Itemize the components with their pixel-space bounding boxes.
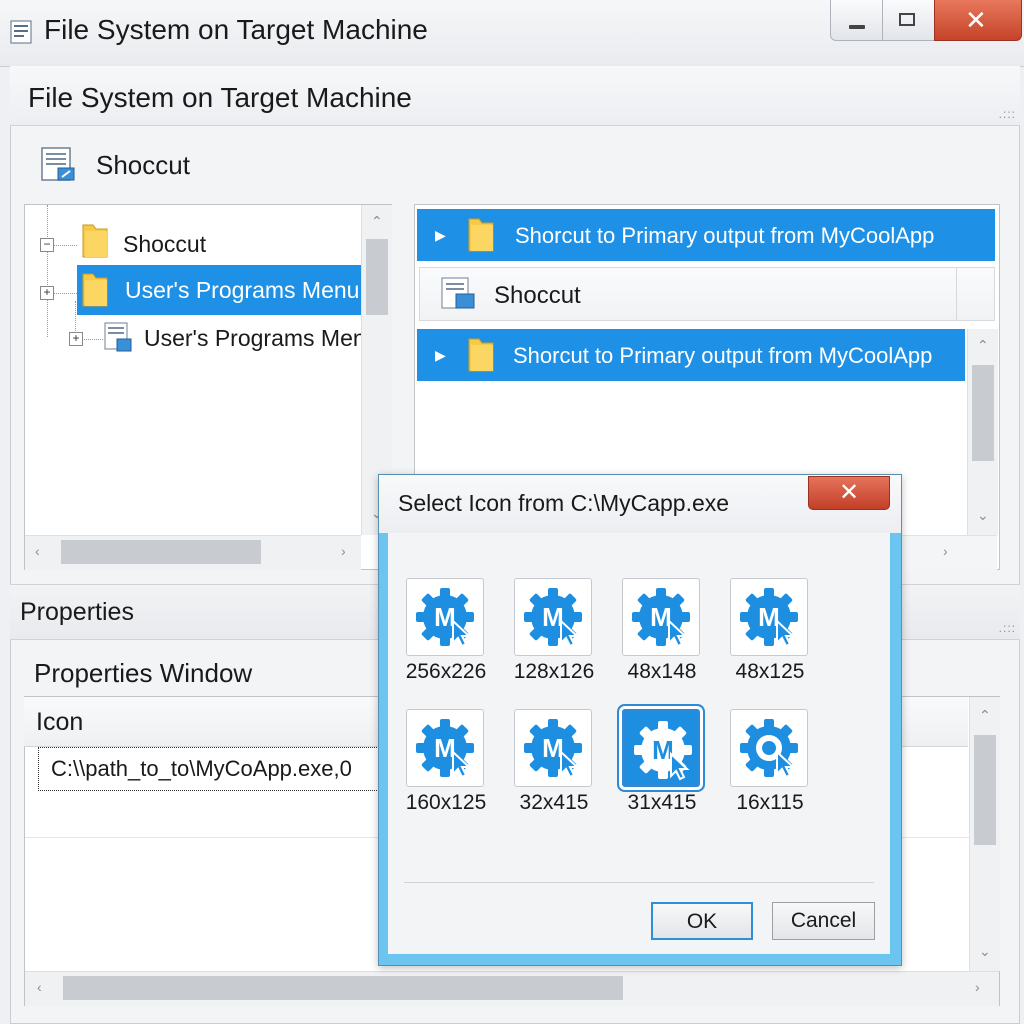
tree-view[interactable]: − Shoccut + User's Programs Menu + User'… xyxy=(24,204,392,570)
expand-toggle-icon[interactable]: + xyxy=(40,286,54,300)
dialog-close-button[interactable]: ✕ xyxy=(808,476,890,510)
scroll-thumb[interactable] xyxy=(366,239,388,315)
app-gear-icon: M xyxy=(634,721,692,781)
folder-icon xyxy=(468,218,494,252)
icon-size-label: 160x125 xyxy=(405,791,487,814)
properties-window-label: Properties Window xyxy=(34,658,253,688)
expand-arrow-icon[interactable]: ▶ xyxy=(435,227,446,244)
icon-size-label: 31x415 xyxy=(627,791,697,814)
folder-icon xyxy=(82,273,108,307)
tree-item-label[interactable]: User's Programs Menu xyxy=(144,325,364,352)
app-gear-icon xyxy=(740,719,798,779)
scroll-right-icon[interactable]: › xyxy=(975,979,980,995)
folder-icon xyxy=(468,338,494,372)
icon-property-label: Icon xyxy=(36,708,84,736)
tree-item-selected[interactable]: User's Programs Menu xyxy=(77,265,361,315)
list-item-selected[interactable]: ▶ Shorcut to Primary output from MyCoolA… xyxy=(417,329,965,381)
scroll-up-icon[interactable]: ⌃ xyxy=(979,707,991,724)
list-item-label: Shorcut to Primary output from MyCoolApp xyxy=(515,223,935,248)
close-icon: ✕ xyxy=(965,5,987,35)
scroll-up-icon[interactable]: ⌃ xyxy=(371,213,383,230)
scroll-down-icon[interactable]: ⌄ xyxy=(977,507,989,524)
app-gear-icon: M xyxy=(524,588,582,648)
app-gear-icon: M xyxy=(740,588,798,648)
tree-horizontal-scrollbar[interactable]: ‹ › xyxy=(25,535,361,570)
dialog-separator xyxy=(404,882,874,883)
minimize-button[interactable] xyxy=(830,0,884,41)
close-icon: ✕ xyxy=(838,479,860,506)
icon-size-label: 48x125 xyxy=(735,660,805,683)
icon-tile[interactable]: M xyxy=(622,709,700,787)
window-title: File System on Target Machine xyxy=(44,14,428,45)
tree-connector xyxy=(81,339,103,340)
shortcut-file-icon xyxy=(41,147,75,181)
resize-grip-icon[interactable]: .::: xyxy=(999,621,1016,635)
resize-grip-icon[interactable]: .::: xyxy=(999,107,1016,121)
collapse-toggle-icon[interactable]: − xyxy=(40,238,54,252)
list-vertical-scrollbar[interactable]: ⌃ ⌄ xyxy=(967,329,998,535)
icon-tile[interactable]: M xyxy=(622,578,700,656)
shortcut-file-icon xyxy=(441,277,475,309)
properties-title: Properties xyxy=(20,598,134,626)
app-gear-icon: M xyxy=(416,588,474,648)
scroll-left-icon[interactable]: ‹ xyxy=(35,543,40,559)
icon-tile[interactable]: M xyxy=(514,709,592,787)
scroll-right-icon[interactable]: › xyxy=(341,543,346,559)
scroll-thumb[interactable] xyxy=(972,365,994,461)
ok-button[interactable]: OK xyxy=(651,902,753,940)
maximize-icon xyxy=(899,13,915,26)
column-divider xyxy=(956,268,957,320)
scroll-right-icon[interactable]: › xyxy=(943,543,948,559)
properties-vertical-scrollbar[interactable]: ⌃ ⌄ xyxy=(969,697,1000,971)
close-button[interactable]: ✕ xyxy=(934,0,1022,41)
scroll-up-icon[interactable]: ⌃ xyxy=(977,337,989,354)
expand-arrow-icon[interactable]: ▶ xyxy=(435,347,446,364)
icon-tile[interactable]: M xyxy=(730,578,808,656)
expand-toggle-icon[interactable]: + xyxy=(69,332,83,346)
icon-tile[interactable]: M xyxy=(514,578,592,656)
properties-horizontal-scrollbar[interactable]: ‹ › xyxy=(25,971,999,1006)
app-gear-icon: M xyxy=(632,588,690,648)
app-icon xyxy=(10,20,32,44)
icon-size-label: 128x126 xyxy=(513,660,595,683)
panel-title: File System on Target Machine xyxy=(28,82,412,113)
list-item-label: Shorcut to Primary output from MyCoolApp xyxy=(513,343,933,368)
scroll-left-icon[interactable]: ‹ xyxy=(37,979,42,995)
icon-size-label: 32x415 xyxy=(519,791,589,814)
shortcut-file-icon xyxy=(104,322,132,352)
scroll-thumb[interactable] xyxy=(974,735,996,845)
minimize-icon xyxy=(849,25,865,29)
icon-size-label: 256x226 xyxy=(405,660,487,683)
scroll-thumb[interactable] xyxy=(61,540,261,564)
icon-tile[interactable] xyxy=(730,709,808,787)
maximize-button[interactable] xyxy=(882,0,936,41)
cancel-button[interactable]: Cancel xyxy=(772,902,875,940)
icon-size-label: 48x148 xyxy=(627,660,697,683)
icon-tile[interactable]: M xyxy=(406,578,484,656)
list-item[interactable]: Shoccut xyxy=(419,267,995,321)
list-item-label: Shoccut xyxy=(494,282,581,309)
tree-item-label: User's Programs Menu xyxy=(125,277,360,303)
scroll-thumb[interactable] xyxy=(63,976,623,1000)
shortcut-title: Shoccut xyxy=(96,150,190,180)
app-gear-icon: M xyxy=(416,719,474,779)
dialog-title: Select Icon from C:\MyCapp.exe xyxy=(398,490,730,516)
scroll-down-icon[interactable]: ⌄ xyxy=(979,943,991,960)
icon-size-label: 16x115 xyxy=(736,791,804,814)
tree-item-label[interactable]: Shoccut xyxy=(123,231,206,258)
icon-path-field[interactable]: C:\\path_to_to\MyCoApp.exe,0 xyxy=(38,747,383,791)
tree-connector xyxy=(47,205,48,337)
icon-tile[interactable]: M xyxy=(406,709,484,787)
list-item-selected[interactable]: ▶ Shorcut to Primary output from MyCoolA… xyxy=(417,209,995,261)
folder-icon xyxy=(82,224,108,258)
app-gear-icon: M xyxy=(524,719,582,779)
